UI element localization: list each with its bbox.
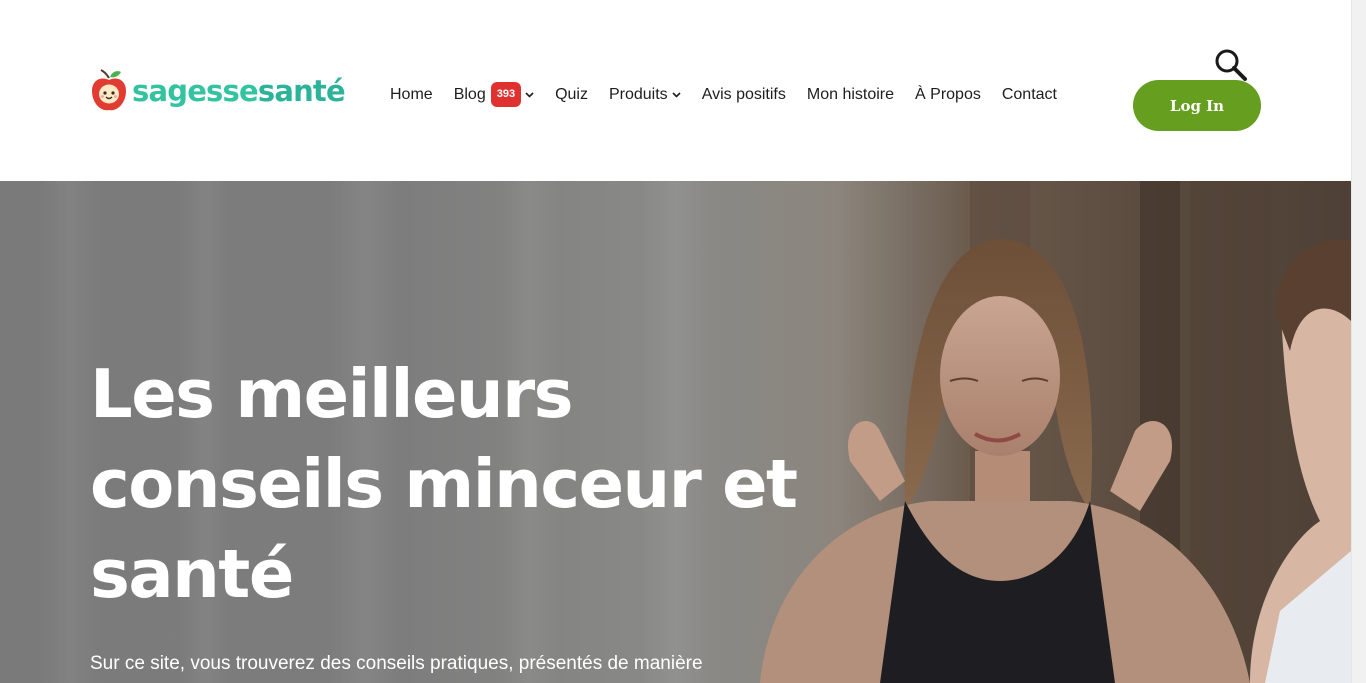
- nav-item-label: Avis positifs: [701, 85, 786, 103]
- nav-item-label: Contact: [1001, 85, 1057, 103]
- nav-item-label: Blog: [453, 85, 486, 103]
- nav-item-label: Produits: [608, 85, 668, 103]
- nav-item-label: Quiz: [555, 85, 588, 103]
- chevron-down-icon: [672, 91, 681, 98]
- blog-count-badge: 393: [490, 82, 522, 107]
- nav-item-mon-histoire[interactable]: Mon histoire: [807, 86, 894, 104]
- nav-item-produits[interactable]: Produits: [609, 86, 681, 104]
- nav-item-contact[interactable]: Contact: [1002, 86, 1057, 104]
- nav-item-avis-positifs[interactable]: Avis positifs: [702, 86, 786, 104]
- apple-logo-icon: [92, 69, 126, 111]
- nav-item-quiz[interactable]: Quiz: [555, 86, 588, 104]
- nav-item-a-propos[interactable]: À Propos: [915, 86, 981, 104]
- hero-title-line3: santé: [90, 535, 294, 613]
- hero-subtitle: Sur ce site, vous trouverez des conseils…: [90, 653, 703, 674]
- nav-item-blog[interactable]: Blog 393: [454, 82, 534, 107]
- logo-text-part2: santé: [257, 73, 346, 108]
- hero-title-line2: conseils minceur et: [90, 445, 798, 523]
- page-scrollbar[interactable]: [1351, 0, 1366, 683]
- search-button[interactable]: [1213, 48, 1249, 84]
- hero-title-line1: Les meilleurs: [90, 355, 574, 433]
- nav-item-label: Mon histoire: [806, 85, 895, 103]
- nav-item-label: Home: [390, 85, 433, 103]
- main-nav: Home Blog 393 Quiz Produits Avis positif…: [390, 82, 1078, 107]
- logo-text-part1: sagesse: [132, 73, 259, 108]
- logo-wordmark: sagessesanté: [132, 73, 346, 108]
- chevron-down-icon: [525, 91, 534, 98]
- hero-title: Les meilleurs conseils minceur et santé: [90, 349, 810, 619]
- nav-item-label: À Propos: [915, 85, 981, 103]
- page: sagessesanté Home Blog 393 Quiz Produits…: [0, 0, 1366, 683]
- site-logo[interactable]: sagessesanté: [90, 68, 346, 114]
- site-header: sagessesanté Home Blog 393 Quiz Produits…: [0, 0, 1351, 181]
- login-button[interactable]: Log In: [1133, 80, 1261, 131]
- magnifier-icon: [1215, 49, 1247, 81]
- hero-section: Les meilleurs conseils minceur et santé …: [0, 181, 1351, 683]
- nav-item-home[interactable]: Home: [390, 86, 433, 104]
